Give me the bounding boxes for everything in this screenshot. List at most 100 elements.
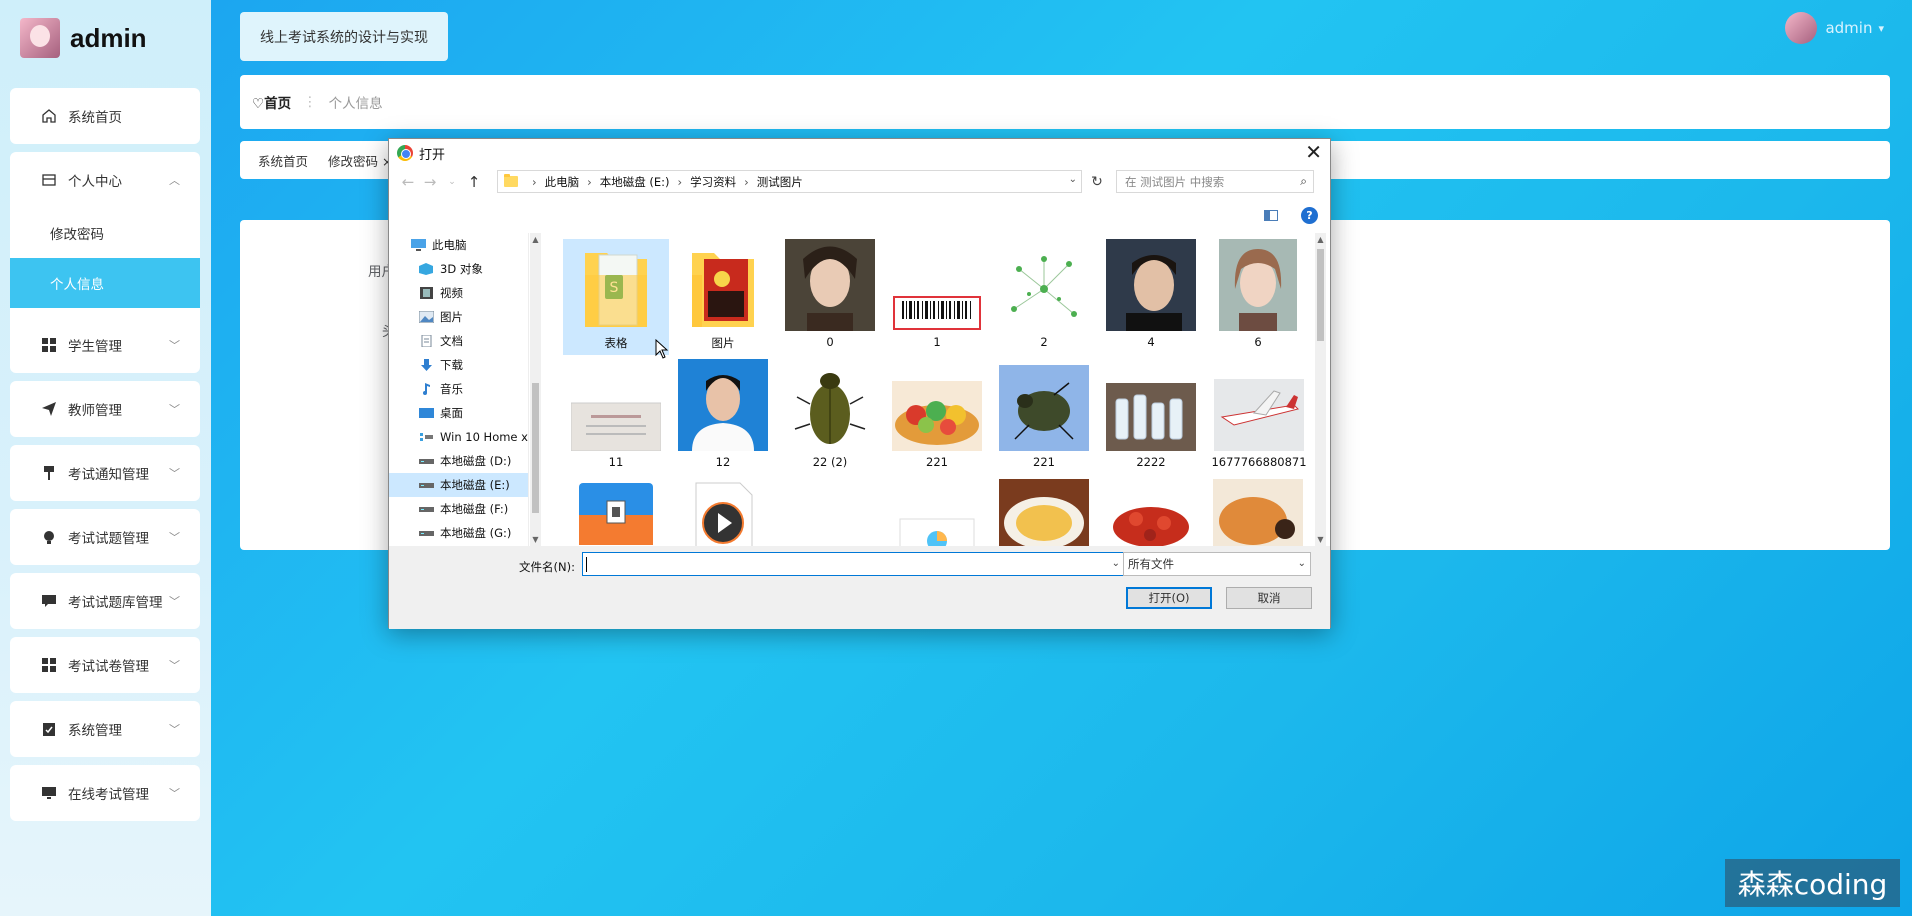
grid-icon xyxy=(40,336,58,354)
chevron-down-icon: ﹀ xyxy=(169,723,180,736)
nav-item-downloads[interactable]: 下载 xyxy=(389,353,528,377)
archive-icon xyxy=(579,483,653,545)
path-segment[interactable]: 学习资料 xyxy=(690,174,736,190)
open-button[interactable]: 打开(O) xyxy=(1126,587,1212,609)
refresh-icon[interactable]: ↻ xyxy=(1086,170,1108,193)
file-item[interactable]: 2 xyxy=(991,239,1097,349)
nav-item-desktop[interactable]: 桌面 xyxy=(389,401,528,425)
nav-item-drive-e[interactable]: 本地磁盘 (E:) xyxy=(389,473,528,497)
help-icon[interactable]: ? xyxy=(1301,207,1318,224)
file-item[interactable]: 图片 xyxy=(670,239,776,351)
menu-teacher[interactable]: 教师管理 ﹀ xyxy=(10,381,200,437)
file-item[interactable]: 2222 xyxy=(1098,359,1204,469)
nav-item-network[interactable]: Win 10 Home x xyxy=(389,425,528,449)
scroll-down-icon[interactable]: ▼ xyxy=(530,535,541,544)
menu-question-bank[interactable]: 考试试题库管理 ﹀ xyxy=(10,573,200,629)
preview-pane-icon[interactable] xyxy=(1264,210,1278,221)
grid-scrollbar[interactable]: ▲ ▼ xyxy=(1315,233,1326,546)
menu-home[interactable]: 系统首页 xyxy=(10,88,200,144)
path-segment[interactable]: 本地磁盘 (E:) xyxy=(600,174,670,190)
menu-notice[interactable]: 考试通知管理 ﹀ xyxy=(10,445,200,501)
file-item[interactable]: 11 xyxy=(563,359,669,469)
chevron-down-icon: ﹀ xyxy=(169,467,180,480)
file-item[interactable]: 221 xyxy=(884,359,990,469)
nav-item-drive-d[interactable]: 本地磁盘 (D:) xyxy=(389,449,528,473)
monitor-icon xyxy=(40,784,58,802)
scroll-down-icon[interactable]: ▼ xyxy=(1315,535,1326,544)
cancel-button[interactable]: 取消 xyxy=(1226,587,1312,609)
nav-item-3d[interactable]: 3D 对象 xyxy=(389,257,528,281)
user-menu[interactable]: admin ▾ xyxy=(1785,12,1884,44)
file-item[interactable]: 221 xyxy=(991,359,1097,469)
file-item[interactable] xyxy=(991,479,1097,546)
fried-food-thumbnail xyxy=(1213,479,1303,546)
menu-personal-header[interactable]: 个人中心 ︿ xyxy=(10,152,200,208)
file-item[interactable]: 1 xyxy=(884,239,990,349)
brand-title: admin xyxy=(70,22,147,53)
breadcrumb-separator: ⋮ xyxy=(303,94,317,110)
filename-input[interactable]: ⌄ xyxy=(582,552,1125,576)
beetle-thumbnail xyxy=(785,359,875,451)
airplane-thumbnail xyxy=(1214,379,1304,451)
chevron-down-icon: ⌄ xyxy=(1297,558,1306,569)
path-segment[interactable]: 测试图片 xyxy=(757,174,803,190)
menu-paper-label: 考试试卷管理 xyxy=(68,659,149,675)
file-item[interactable]: 0 xyxy=(777,239,883,349)
brand-avatar xyxy=(20,18,60,58)
menu-system[interactable]: 系统管理 ﹀ xyxy=(10,701,200,757)
file-item[interactable] xyxy=(1205,479,1311,546)
history-chevron-icon[interactable]: ⌄ xyxy=(441,177,463,187)
menu-paper[interactable]: 考试试卷管理 ﹀ xyxy=(10,637,200,693)
menu-question-label: 考试试题管理 xyxy=(68,531,149,547)
submenu-personal-info[interactable]: 个人信息 xyxy=(10,258,200,308)
close-icon[interactable]: ✕ xyxy=(1305,141,1322,163)
user-name: admin xyxy=(1825,19,1873,37)
nav-item-videos[interactable]: 视频 xyxy=(389,281,528,305)
menu-personal: 个人中心 ︿ 修改密码 个人信息 xyxy=(10,152,200,342)
dialog-titlebar: 打开 ✕ xyxy=(389,139,1330,167)
file-item[interactable]: 22 (2) xyxy=(777,359,883,469)
forward-arrow-icon[interactable]: → xyxy=(419,173,441,191)
submenu-change-password[interactable]: 修改密码 xyxy=(10,208,200,258)
chevron-down-icon[interactable]: ⌄ xyxy=(1112,558,1120,569)
nav-scrollbar-thumb[interactable] xyxy=(532,383,539,513)
portrait-thumbnail xyxy=(1106,239,1196,331)
file-item[interactable]: 4 xyxy=(1098,239,1204,349)
nav-item-pictures[interactable]: 图片 xyxy=(389,305,528,329)
nav-item-drive-g[interactable]: 本地磁盘 (G:) xyxy=(389,521,528,545)
menu-online-exam[interactable]: 在线考试管理 ﹀ xyxy=(10,765,200,821)
nav-scrollbar[interactable]: ▲ ▼ xyxy=(530,233,541,546)
chevron-down-icon[interactable]: ⌄ xyxy=(1069,174,1077,185)
tab-change-password[interactable]: 修改密码 × xyxy=(328,151,392,170)
menu-home-label: 系统首页 xyxy=(68,110,122,126)
file-item[interactable]: 1677766880871 xyxy=(1205,359,1313,469)
up-arrow-icon[interactable]: ↑ xyxy=(463,173,485,191)
file-item[interactable]: S 表格 xyxy=(563,239,669,355)
breadcrumb-home[interactable]: ♡首页 xyxy=(252,92,291,112)
file-item[interactable] xyxy=(1098,479,1204,546)
search-input[interactable]: 在 测试图片 中搜索 ⌕ xyxy=(1116,170,1314,193)
scroll-up-icon[interactable]: ▲ xyxy=(1315,235,1326,244)
barcode-thumbnail xyxy=(893,296,981,330)
nav-item-this-pc[interactable]: 此电脑 xyxy=(389,233,528,257)
address-bar[interactable]: › 此电脑 › 本地磁盘 (E:) › 学习资料 › 测试图片 ⌄ xyxy=(497,170,1082,193)
tab-home[interactable]: 系统首页 xyxy=(258,151,308,170)
menu-question[interactable]: 考试试题管理 ﹀ xyxy=(10,509,200,565)
drive-icon xyxy=(419,507,434,512)
file-type-select[interactable]: 所有文件 ⌄ xyxy=(1123,552,1311,576)
file-item[interactable] xyxy=(670,479,776,546)
file-item[interactable] xyxy=(563,479,669,546)
nav-item-drive-f[interactable]: 本地磁盘 (F:) xyxy=(389,497,528,521)
scroll-up-icon[interactable]: ▲ xyxy=(530,235,541,244)
nav-item-music[interactable]: 音乐 xyxy=(389,377,528,401)
file-item[interactable] xyxy=(884,479,990,546)
dialog-title: 打开 xyxy=(419,147,446,163)
file-item[interactable]: 6 xyxy=(1205,239,1311,349)
path-segment[interactable]: 此电脑 xyxy=(545,174,580,190)
file-item[interactable]: 12 xyxy=(670,359,776,469)
menu-student[interactable]: 学生管理 ﹀ xyxy=(10,317,200,373)
grid-scrollbar-thumb[interactable] xyxy=(1317,249,1324,341)
back-arrow-icon[interactable]: ← xyxy=(397,173,419,191)
picture-icon xyxy=(419,311,434,323)
nav-item-documents[interactable]: 文档 xyxy=(389,329,528,353)
